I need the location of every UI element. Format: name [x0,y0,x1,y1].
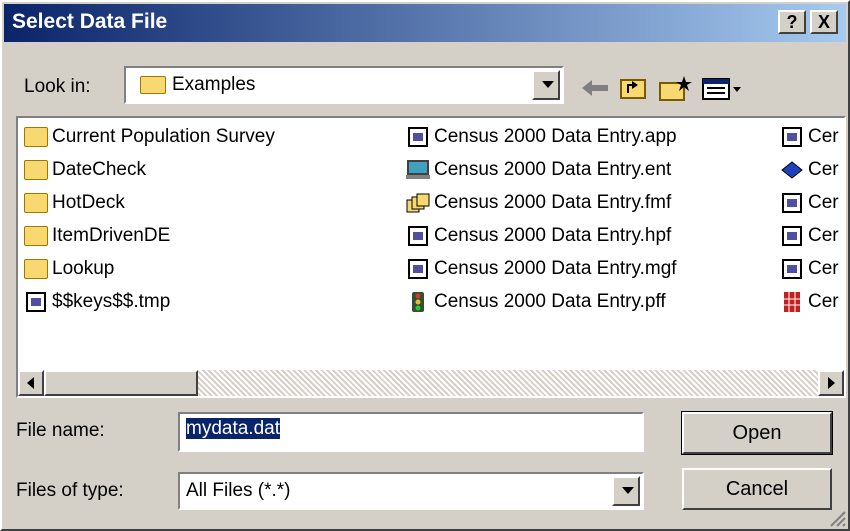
list-item[interactable]: Census 2000 Data Entry.mgf [406,256,677,282]
file-icon [408,226,428,246]
new-folder-icon [659,76,692,101]
new-folder-button[interactable] [656,74,694,102]
list-item[interactable]: Cer [780,289,839,315]
scroll-thumb[interactable] [44,370,198,396]
select-data-file-dialog: Select Data File ? X Look in: Examples C… [0,0,850,531]
list-item[interactable]: Census 2000 Data Entry.hpf [406,223,671,249]
file-icon [782,193,802,213]
up-folder-icon [620,79,646,99]
list-item[interactable]: Cer [780,124,839,150]
look-in-dropdown[interactable]: Examples [124,66,564,104]
folder-icon [24,193,48,213]
monitor-icon [406,160,430,179]
file-name-value: mydata.dat [186,418,280,439]
look-in-label: Look in: [24,76,91,97]
list-item[interactable]: Census 2000 Data Entry.app [406,124,677,150]
scroll-left-button[interactable] [18,370,44,396]
list-item[interactable]: Census 2000 Data Entry.pff [406,289,666,315]
scroll-right-button[interactable] [818,370,844,396]
folder-icon [24,226,48,246]
resize-grip-icon[interactable] [828,509,846,527]
folder-icon [140,76,166,94]
file-name-label: File name: [16,420,105,441]
list-item[interactable]: ItemDrivenDE [24,223,170,249]
file-name-input[interactable]: mydata.dat [178,412,644,452]
open-button[interactable]: Open [681,411,833,455]
forms-icon [406,193,430,213]
look-in-dropdown-arrow[interactable] [532,70,560,100]
list-item[interactable]: Cer [780,223,839,249]
file-list[interactable]: Current Population Survey DateCheck HotD… [16,116,846,398]
cancel-button[interactable]: Cancel [682,468,832,510]
folder-icon [24,160,48,180]
list-item[interactable]: $$keys$$.tmp [24,289,170,315]
list-item[interactable]: Cer [780,157,839,183]
file-icon [782,127,802,147]
view-menu-button[interactable] [700,74,744,102]
folder-icon [24,259,48,279]
up-one-level-button[interactable] [616,74,650,102]
list-item[interactable]: HotDeck [24,190,125,216]
list-item[interactable]: Census 2000 Data Entry.ent [406,157,671,183]
file-icon [782,226,802,246]
title-bar[interactable]: Select Data File ? X [4,4,846,42]
list-item[interactable]: Current Population Survey [24,124,275,150]
window-title: Select Data File [12,10,168,33]
file-icon [408,259,428,279]
file-icon [26,292,46,312]
back-arrow-icon [582,80,608,96]
chevron-down-icon [622,487,634,494]
look-in-value: Examples [172,74,256,95]
help-button[interactable]: ? [778,10,806,34]
chevron-down-icon [542,81,554,88]
list-item[interactable]: Cer [780,190,839,216]
traffic-light-icon [412,292,424,312]
files-of-type-label: Files of type: [16,480,124,501]
folder-icon [24,127,48,147]
list-item[interactable]: Census 2000 Data Entry.fmf [406,190,671,216]
view-menu-icon [702,78,741,100]
list-item[interactable]: Cer [780,256,839,282]
list-item[interactable]: Lookup [24,256,114,282]
files-of-type-value: All Files (*.*) [186,480,291,501]
close-button[interactable]: X [810,10,838,34]
file-icon [782,259,802,279]
back-button[interactable] [578,74,612,102]
list-item[interactable]: DateCheck [24,157,146,183]
file-icon [408,127,428,147]
files-of-type-dropdown[interactable]: All Files (*.*) [178,472,644,510]
arrow-left-icon [27,377,34,389]
arrow-right-icon [828,377,835,389]
files-of-type-dropdown-arrow[interactable] [612,476,640,506]
horizontal-scrollbar[interactable] [18,370,844,396]
book-icon [781,161,803,179]
grid-icon [784,292,800,312]
